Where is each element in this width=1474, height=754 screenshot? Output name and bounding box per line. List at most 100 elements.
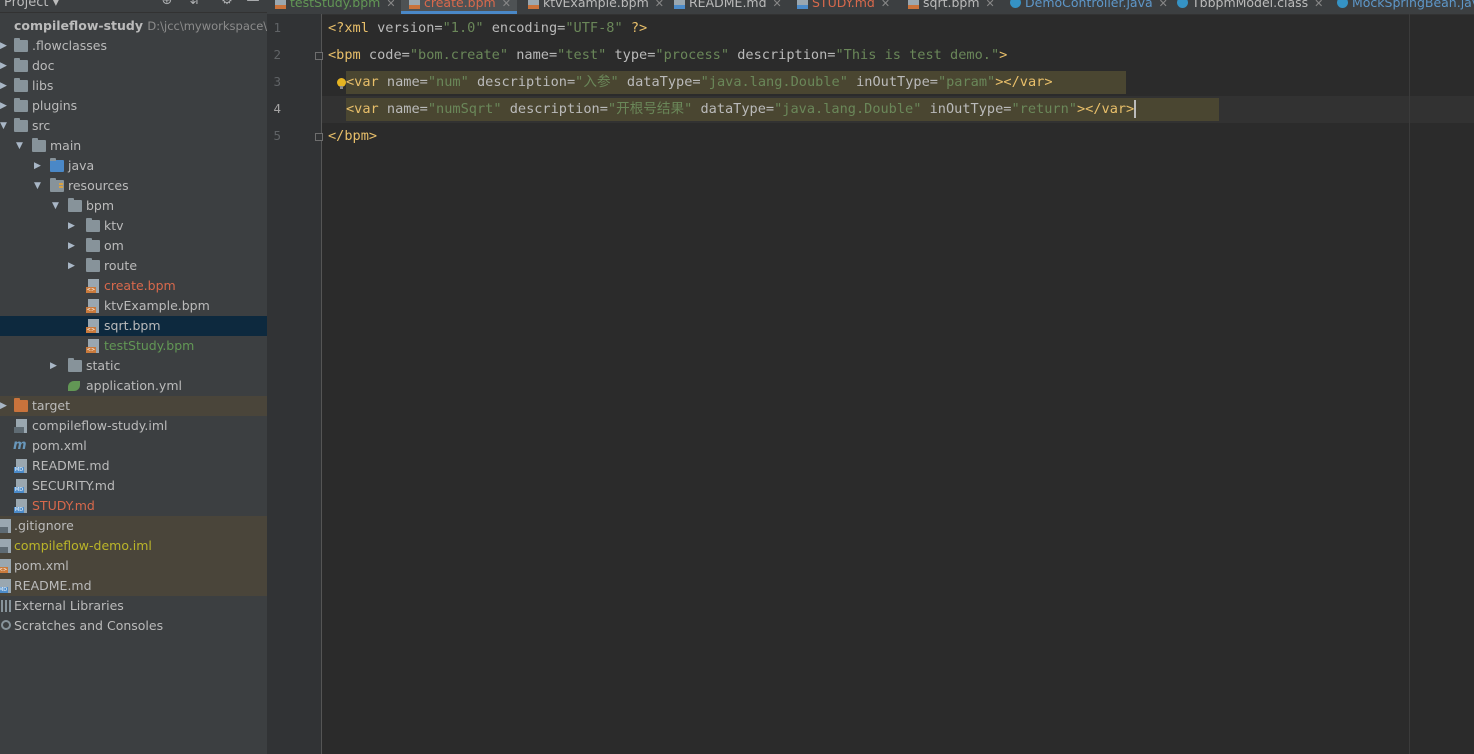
text-caret	[1134, 100, 1137, 118]
tab-ktvexample-bpm[interactable]: ktvExample.bpm ✕	[520, 0, 670, 14]
tree-item-route[interactable]: ▶ route	[0, 256, 267, 276]
tree-item-main[interactable]: ▼ main	[0, 136, 267, 156]
collapse-all-icon[interactable]: ⇵	[188, 0, 202, 8]
iml-file-icon	[14, 419, 27, 433]
bpm-file-icon: <>	[86, 299, 99, 313]
tab-teststudy-bpm[interactable]: testStudy.bpm ✕	[267, 0, 402, 14]
excluded-folder-icon	[14, 398, 28, 412]
collapse-arrow-icon[interactable]: ▼	[16, 136, 26, 156]
expand-arrow-icon[interactable]: ▶	[0, 76, 10, 96]
tab-tbbpmmodel-class[interactable]: TbbpmModel.class ✕	[1169, 0, 1329, 14]
expand-arrow-icon[interactable]: ▶	[50, 356, 60, 376]
code-line-2: <bpm code="bom.create" name="test" type=…	[328, 47, 1008, 63]
tree-item-ktvexample-bpm[interactable]: <> ktvExample.bpm	[0, 296, 267, 316]
md-file-icon: MD	[0, 579, 11, 593]
close-icon[interactable]: ✕	[773, 0, 782, 10]
tree-item-ktv[interactable]: ▶ ktv	[0, 216, 267, 236]
spring-leaf-icon	[68, 381, 80, 391]
tree-item-plugins[interactable]: ▶ plugins	[0, 96, 267, 116]
tree-item-bpm[interactable]: ▼ bpm	[0, 196, 267, 216]
tree-item-pom-xml[interactable]: m pom.xml	[0, 436, 267, 456]
intention-bulb-icon[interactable]	[337, 78, 346, 89]
hide-icon[interactable]: —	[246, 0, 260, 8]
tree-item-sqrt-bpm[interactable]: <> sqrt.bpm	[0, 316, 267, 336]
folder-icon	[14, 118, 28, 132]
folder-icon	[86, 238, 100, 252]
expand-arrow-icon[interactable]: ▶	[68, 256, 78, 276]
tab-study-md[interactable]: STUDY.md ✕	[789, 0, 896, 14]
tree-item-compileflow-study-iml[interactable]: compileflow-study.iml	[0, 416, 267, 436]
line-number: 3	[273, 74, 281, 89]
expand-arrow-icon[interactable]: ▶	[0, 96, 10, 116]
tree-item-create-bpm[interactable]: <> create.bpm	[0, 276, 267, 296]
folder-icon	[86, 218, 100, 232]
tree-item-libs[interactable]: ▶ libs	[0, 76, 267, 96]
tree-item-readme-md-root[interactable]: MD README.md	[0, 576, 267, 596]
tree-item-root[interactable]: compileflow-study D:\jcc\myworkspace\cc	[0, 16, 267, 36]
source-folder-icon	[50, 158, 64, 172]
tree-item-gitignore[interactable]: .gitignore	[0, 516, 267, 536]
expand-arrow-icon[interactable]: ▶	[34, 156, 44, 176]
folder-icon	[32, 138, 46, 152]
tree-item-static[interactable]: ▶ static	[0, 356, 267, 376]
tree-item-security-md[interactable]: MD SECURITY.md	[0, 476, 267, 496]
code-editor[interactable]: <?xml version="1.0" encoding="UTF-8" ?> …	[322, 14, 1474, 754]
project-view-selector[interactable]: Project ▾	[4, 0, 59, 10]
tree-item-java[interactable]: ▶ java	[0, 156, 267, 176]
expand-arrow-icon[interactable]: ▶	[0, 56, 10, 76]
tree-item-scratches[interactable]: Scratches and Consoles	[0, 616, 267, 636]
java-class-icon	[1177, 0, 1188, 8]
tree-item-src[interactable]: ▼ src	[0, 116, 267, 136]
tree-item-study-md[interactable]: MD STUDY.md	[0, 496, 267, 516]
tree-item-readme-md[interactable]: MD README.md	[0, 456, 267, 476]
tree-item-doc[interactable]: ▶ doc	[0, 56, 267, 76]
scratches-icon	[1, 620, 11, 630]
tree-item-compileflow-demo-iml[interactable]: compileflow-demo.iml	[0, 536, 267, 556]
project-tree: compileflow-study D:\jcc\myworkspace\cc …	[0, 16, 267, 636]
close-icon[interactable]: ✕	[1314, 0, 1323, 10]
md-file-icon: MD	[14, 499, 27, 513]
collapse-arrow-icon[interactable]: ▼	[34, 176, 44, 196]
tab-mockspringbean-java[interactable]: MockSpringBean.jav	[1329, 0, 1474, 14]
editor-tab-bar: testStudy.bpm ✕ create.bpm ✕ ktvExample.bp…	[267, 0, 1474, 15]
close-icon[interactable]: ✕	[986, 0, 995, 10]
tree-item-application-yml[interactable]: application.yml	[0, 376, 267, 396]
tree-item-target[interactable]: ▶ target	[0, 396, 267, 416]
tab-readme-md[interactable]: README.md ✕	[666, 0, 788, 14]
close-icon[interactable]: ✕	[386, 0, 395, 10]
resources-folder-icon	[50, 178, 64, 192]
md-file-icon	[797, 0, 808, 9]
close-icon[interactable]: ✕	[502, 0, 511, 10]
expand-arrow-icon[interactable]: ▶	[68, 216, 78, 236]
tab-democontroller-java[interactable]: DemoController.java ✕	[1002, 0, 1174, 14]
expand-arrow-icon[interactable]: ▶	[68, 236, 78, 256]
tree-item-flowclasses[interactable]: ▶ .flowclasses	[0, 36, 267, 56]
project-panel-header: Project ▾ ⊕ ⇵ ⚙ —	[0, 0, 267, 13]
right-margin-guide	[1409, 14, 1410, 754]
tab-create-bpm[interactable]: create.bpm ✕	[401, 0, 517, 14]
locate-file-icon[interactable]: ⊕	[160, 0, 174, 8]
close-icon[interactable]: ✕	[1159, 0, 1168, 10]
md-file-icon	[674, 0, 685, 9]
collapse-arrow-icon[interactable]: ▼	[52, 196, 62, 216]
expand-arrow-icon[interactable]: ▶	[0, 396, 10, 416]
tree-item-teststudy-bpm[interactable]: <> testStudy.bpm	[0, 336, 267, 356]
line-number: 5	[273, 128, 281, 143]
close-icon[interactable]: ✕	[881, 0, 890, 10]
code-line-4: <var name="numSqrt" description="开根号结果" …	[322, 96, 1474, 123]
code-line-3: <var name="num" description="入参" dataTyp…	[322, 69, 1474, 96]
tree-item-om[interactable]: ▶ om	[0, 236, 267, 256]
tree-item-resources[interactable]: ▼ resources	[0, 176, 267, 196]
bpm-file-icon	[409, 0, 420, 9]
line-number: 2	[273, 47, 281, 62]
folder-icon	[68, 358, 82, 372]
expand-arrow-icon[interactable]: ▶	[0, 36, 10, 56]
tree-item-external-libraries[interactable]: External Libraries	[0, 596, 267, 616]
java-class-icon	[1010, 0, 1021, 8]
tree-item-pom-xml-root[interactable]: <> pom.xml	[0, 556, 267, 576]
library-icon	[1, 600, 11, 612]
tab-sqrt-bpm[interactable]: sqrt.bpm ✕	[900, 0, 1001, 14]
close-icon[interactable]: ✕	[655, 0, 664, 10]
collapse-arrow-icon[interactable]: ▼	[0, 116, 10, 136]
gear-icon[interactable]: ⚙	[220, 0, 234, 8]
